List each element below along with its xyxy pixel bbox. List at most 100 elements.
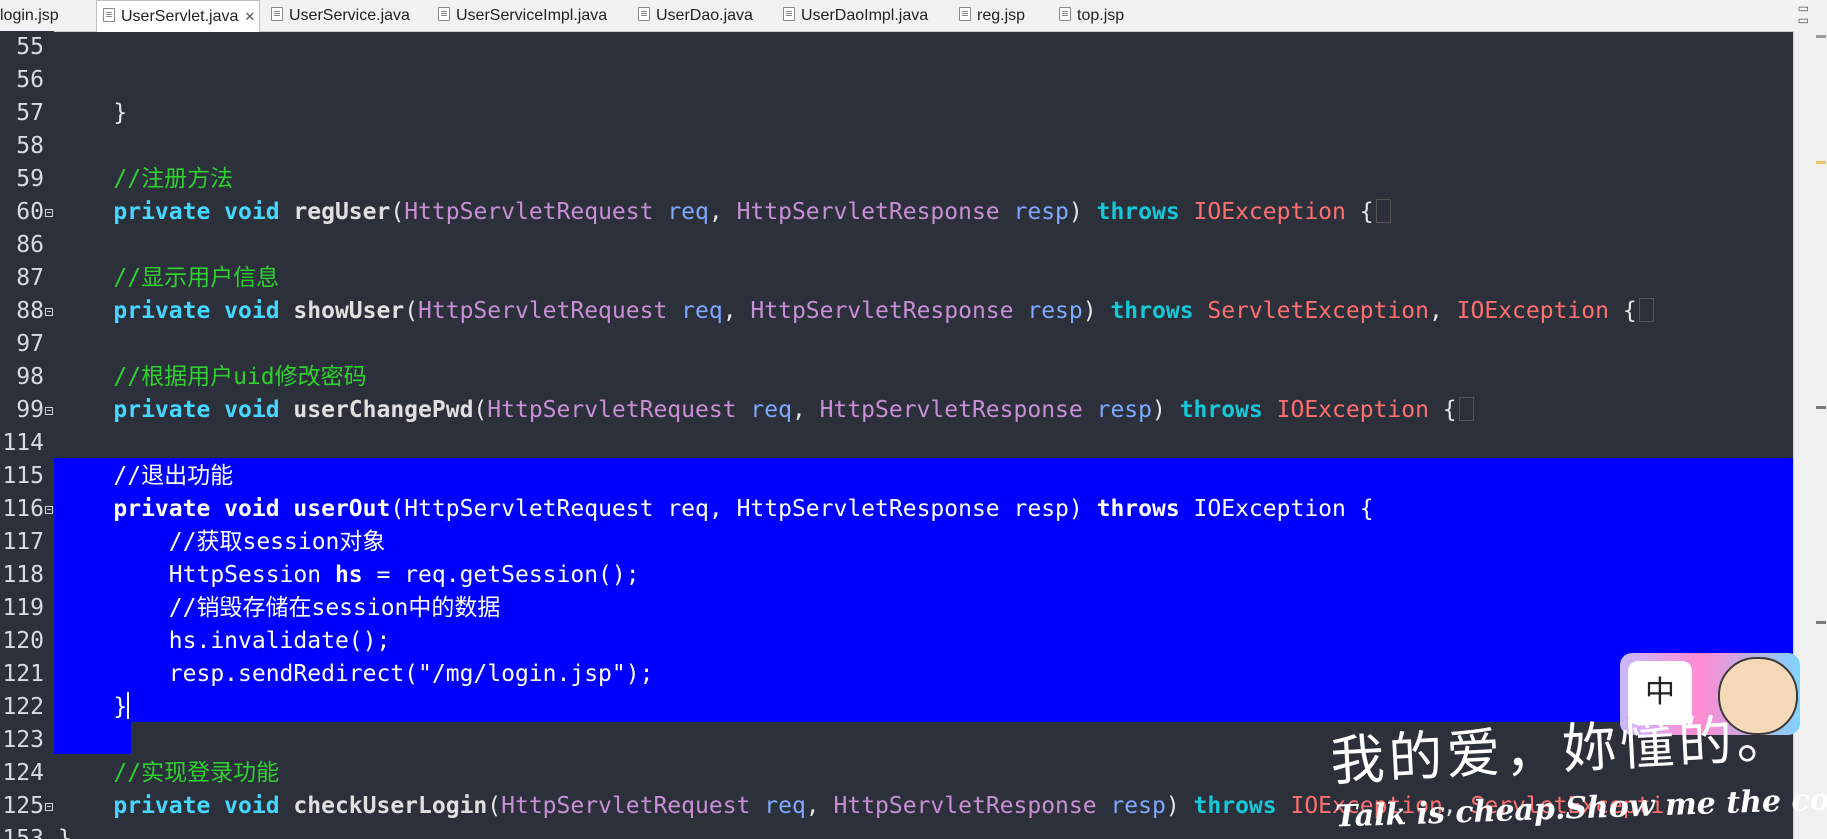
code-token: resp [1013,496,1069,522]
code-line[interactable]: private void userChangePwd(HttpServletRe… [58,394,1474,427]
code-token: ) [1165,793,1194,819]
code-token: //销毁存储在session中的数据 [58,595,501,621]
line-number: 118 [2,562,44,588]
code-token: IOException [1276,397,1429,423]
code-token: req [667,496,709,522]
line-number: 115 [2,463,44,489]
editor-tab[interactable]: login.jsp [0,0,59,31]
code-token: , [708,496,737,522]
code-token: { [1345,199,1374,225]
overview-ruler-mark [1816,35,1826,38]
code-token: req [667,199,709,225]
code-line[interactable]: } [58,97,127,130]
editor-tab[interactable]: top.jsp [1053,0,1124,31]
line-number: 119 [2,595,44,621]
code-token: throws [1193,793,1291,819]
code-token: IOException [1456,298,1609,324]
line-number: 121 [2,661,44,687]
editor-tab[interactable]: reg.jsp [953,0,1025,31]
line-number: 124 [2,760,44,786]
code-token: HttpServletResponse [819,397,1097,423]
fold-toggle-icon[interactable] [45,407,53,415]
code-token: ( [487,793,502,819]
code-token: { [1345,496,1374,522]
code-token: } [58,826,72,839]
code-token: ( [473,397,488,423]
line-number: 88 [16,298,44,324]
folded-block-icon[interactable] [1638,298,1654,322]
tab-label: UserDaoImpl.java [801,7,929,24]
code-token: HttpServletResponse [750,298,1028,324]
code-line[interactable]: //退出功能 [58,460,233,493]
fold-toggle-icon[interactable] [45,308,53,316]
tab-label: UserService.java [289,7,410,24]
code-token: //根据用户uid修改密码 [58,364,367,390]
editor-tab[interactable]: UserDao.java [632,0,753,31]
window-controls: ▭ ▭ [1798,2,1809,26]
file-icon [271,7,283,21]
code-line[interactable]: } [58,823,72,839]
code-line[interactable]: private void regUser(HttpServletRequest … [58,196,1391,229]
code-token: ( [390,496,405,522]
code-line[interactable]: //注册方法 [58,163,233,196]
line-number: 125 [2,793,44,819]
code-token: ) [1082,298,1111,324]
code-token: IOException [1193,199,1346,225]
overview-ruler-mark [1816,406,1826,409]
fold-toggle-icon[interactable] [45,803,53,811]
file-icon [959,7,971,21]
fold-toggle-icon[interactable] [45,209,53,217]
editor-tab[interactable]: UserServlet.java ✕ [96,0,261,32]
code-line[interactable]: private void userOut(HttpServletRequest … [58,493,1374,526]
editor-tab[interactable]: UserDaoImpl.java [777,0,928,31]
maximize-icon[interactable]: ▭ [1798,14,1809,26]
folded-block-icon[interactable] [1458,397,1474,421]
code-line[interactable]: //获取session对象 [58,526,386,559]
code-line[interactable]: HttpSession hs = req.getSession(); [58,559,640,592]
line-number: 122 [2,694,44,720]
tab-label: UserServiceImpl.java [456,7,608,24]
code-token: hs.invalidate(); [58,628,391,654]
folded-block-icon[interactable] [1375,199,1391,223]
code-line[interactable]: //显示用户信息 [58,262,279,295]
code-token: , [722,298,751,324]
fold-toggle-icon[interactable] [45,506,53,514]
line-number: 99 [16,397,44,423]
close-icon[interactable]: ✕ [244,9,255,24]
code-token: , [791,397,820,423]
code-token: //获取session对象 [58,529,386,555]
code-token: throws [1096,496,1194,522]
code-token: , [1428,298,1457,324]
line-number: 57 [16,100,44,126]
code-token: = req.getSession(); [362,562,640,588]
line-number: 114 [2,430,44,456]
code-token: //注册方法 [58,166,234,192]
line-number: 97 [16,331,44,357]
line-number: 58 [16,133,44,159]
code-line[interactable]: //销毁存储在session中的数据 [58,592,501,625]
line-number: 117 [2,529,44,555]
code-token: { [1608,298,1637,324]
tab-label: reg.jsp [977,7,1026,24]
editor-tab[interactable]: UserServiceImpl.java [432,0,607,31]
code-token: private void [58,298,294,324]
tab-label: UserDao.java [656,7,753,24]
code-token: checkUserLogin [293,793,488,819]
code-line[interactable]: //实现登录功能 [58,757,279,790]
code-token: resp [1013,199,1069,225]
code-line[interactable]: } [58,691,130,724]
code-line[interactable]: hs.invalidate(); [58,625,391,658]
code-token: throws [1096,199,1194,225]
code-line[interactable]: //根据用户uid修改密码 [58,361,367,394]
code-token: private void [58,496,294,522]
code-token: userChangePwd [293,397,474,423]
overview-ruler-mark [1816,161,1826,164]
code-line[interactable]: resp.sendRedirect("/mg/login.jsp"); [58,658,654,691]
line-number: 120 [2,628,44,654]
code-line[interactable]: private void showUser(HttpServletRequest… [58,295,1654,328]
code-token: HttpServletRequest [404,199,668,225]
code-token: req [764,793,806,819]
editor-tab[interactable]: UserService.java [265,0,410,31]
text-caret [127,692,130,719]
code-token: ( [390,199,405,225]
